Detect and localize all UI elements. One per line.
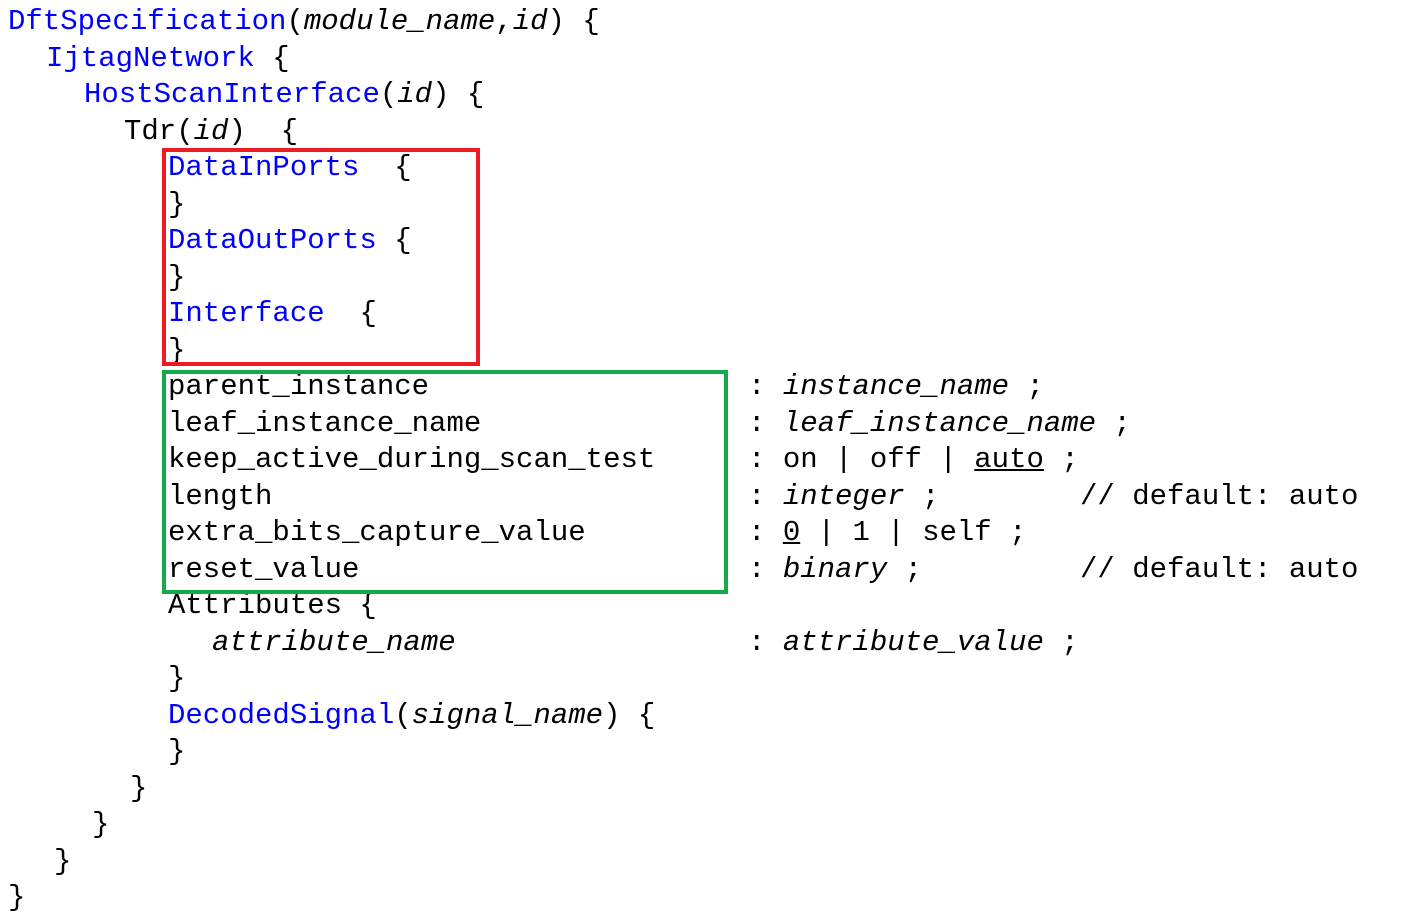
option-separator: | (835, 443, 853, 476)
semicolon: ; (922, 479, 940, 513)
paren-close-brace: ) { (603, 698, 656, 732)
code-listing-page: DftSpecification(module_name,id) { Ijtag… (0, 0, 1404, 917)
comment-length-default: // default: auto (1080, 479, 1359, 513)
code-line-decodedsignal: DecodedSignal(signal_name) { (168, 698, 655, 735)
type-attribute-value: attribute_value (782, 625, 1044, 659)
brace-close: } (168, 662, 186, 695)
option-self: self (922, 516, 992, 549)
param-id: id (512, 5, 548, 38)
keyword-hostscaninterface: HostScanInterface (84, 78, 380, 111)
brace-close-dftspecification: } (8, 881, 26, 914)
paren-close-brace: ) { (228, 114, 299, 148)
paren-open: ( (286, 5, 304, 38)
paren-open: ( (176, 114, 194, 148)
attribute-name-row: attribute_name (212, 625, 456, 659)
type-leaf-instance-name: leaf_instance_name (782, 406, 1097, 440)
property-value-extra-bits-capture-value: : 0 | 1 | self ; (748, 516, 1027, 549)
property-value-keep-active-during-scan-test: : on | off | auto ; (748, 443, 1079, 476)
property-value-reset-value: : binary ; (748, 552, 923, 586)
param-id: id (193, 114, 229, 148)
semicolon: ; (1026, 370, 1044, 403)
property-value-parent-instance: : instance_name ; (748, 370, 1044, 403)
comment-reset-value-default: // default: auto (1080, 552, 1359, 586)
option-one: 1 (852, 516, 870, 549)
type-integer: integer (782, 479, 905, 513)
type-binary: binary (782, 552, 888, 586)
param-module-name: module_name (303, 5, 496, 38)
keyword-ijtagnetwork: IjtagNetwork (46, 41, 255, 75)
ports-and-interface-highlight-box (162, 148, 480, 366)
param-id: id (397, 78, 433, 111)
option-on: on (782, 443, 818, 476)
code-line-attributes-close: } (168, 661, 185, 698)
keyword-dftspecification: DftSpecification (8, 5, 287, 38)
brace-close-hostscaninterface: } (92, 808, 110, 841)
keyword-tdr: Tdr (124, 114, 177, 148)
option-off: off (869, 443, 923, 476)
code-line-3: HostScanInterface(id) { (84, 77, 484, 114)
semicolon: ; (1113, 406, 1131, 440)
code-line-4: Tdr(id) { (124, 114, 298, 151)
paren-close-brace: ) { (547, 5, 600, 38)
semicolon: ; (1061, 625, 1079, 659)
brace-open: { (254, 41, 290, 75)
option-separator: | (887, 516, 905, 549)
semicolon: ; (904, 552, 923, 586)
code-line-1: DftSpecification(module_name,id) { (8, 4, 600, 41)
option-separator: | (939, 443, 957, 476)
param-comma: , (495, 5, 513, 38)
attribute-value-row: : attribute_value ; (748, 625, 1079, 659)
brace-close-ijtagnetwork: } (54, 844, 72, 878)
property-value-length: : integer ; (748, 479, 940, 513)
option-zero-default: 0 (782, 516, 801, 549)
paren-close-brace: ) { (432, 78, 485, 111)
tdr-properties-highlight-box (162, 370, 728, 594)
type-instance-name: instance_name (782, 370, 1010, 403)
semicolon: ; (1009, 516, 1027, 549)
option-separator: | (817, 516, 836, 549)
paren-open: ( (394, 698, 412, 732)
param-signal-name: signal_name (411, 698, 604, 732)
brace-close-tdr: } (130, 771, 148, 805)
code-line-2: IjtagNetwork { (46, 41, 290, 78)
brace-close-decodedsignal: } (168, 735, 186, 768)
option-auto-default: auto (974, 443, 1044, 476)
keyword-decodedsignal: DecodedSignal (168, 698, 395, 732)
property-value-leaf-instance-name: : leaf_instance_name ; (748, 406, 1131, 440)
paren-open: ( (379, 78, 398, 111)
semicolon: ; (1061, 443, 1079, 476)
